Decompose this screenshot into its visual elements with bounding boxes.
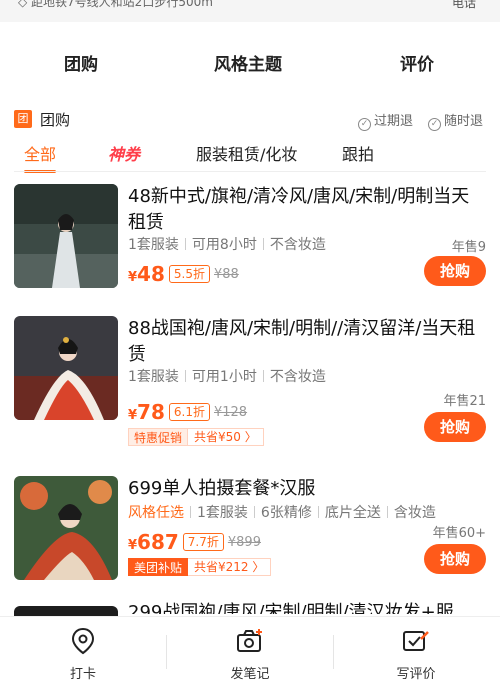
price-row: ¥48 5.5折 ¥88 bbox=[128, 262, 239, 286]
divider bbox=[14, 171, 486, 172]
original-price: ¥128 bbox=[213, 405, 248, 420]
camera-plus-icon bbox=[237, 629, 262, 652]
discount-badge: 6.1折 bbox=[168, 403, 210, 421]
edit-review-icon bbox=[403, 631, 429, 651]
tab-style-theme[interactable]: 风格主题 bbox=[214, 50, 282, 75]
original-price: ¥899 bbox=[227, 535, 261, 550]
check-icon: ✓ bbox=[358, 118, 371, 131]
checkin-button[interactable]: 打卡 bbox=[33, 627, 133, 682]
deal-thumbnail bbox=[14, 316, 118, 420]
promo-tag[interactable]: 美团补贴 共省¥212 〉 bbox=[128, 558, 272, 576]
deal-card[interactable]: 48新中式/旗袍/清冷风/唐风/宋制/明制当天租赁 1套服装 可用8小时 不含妆造 … bbox=[14, 184, 486, 294]
phone-button[interactable]: 电话 bbox=[452, 0, 476, 11]
sold-count: 年售21 bbox=[443, 394, 486, 409]
location-pin-icon bbox=[71, 627, 95, 655]
filter-all[interactable]: 全部 bbox=[24, 141, 57, 173]
post-note-label: 发笔记 bbox=[230, 667, 270, 682]
main-tabs: 团购 风格主题 评价 bbox=[0, 30, 500, 96]
deal-thumbnail bbox=[14, 184, 118, 288]
top-info-strip: ◇ 距地铁7号线人和站2口步行500m 电话 bbox=[0, 0, 500, 22]
filter-follow-shoot[interactable]: 跟拍 bbox=[342, 141, 374, 165]
deal-meta: 1套服装 可用8小时 不含妆造 bbox=[128, 237, 326, 253]
deal-title: 699单人拍摄套餐*汉服 bbox=[128, 478, 316, 499]
group-buy-badge: 团 bbox=[14, 110, 32, 128]
deal-thumbnail bbox=[14, 476, 118, 580]
discount-badge: 7.7折 bbox=[182, 533, 224, 551]
promo-tag[interactable]: 特惠促销 共省¥50 〉 bbox=[128, 428, 264, 446]
refund-expired: ✓ 过期退 bbox=[358, 110, 413, 131]
write-review-button[interactable]: 写评价 bbox=[366, 627, 466, 682]
sold-count: 年售60+ bbox=[432, 526, 486, 541]
deal-card[interactable]: 88战国袍/唐风/宋制/明制//清汉留洋/当天租赁 1套服装 可用1小时 不含妆造 … bbox=[14, 316, 486, 456]
divider bbox=[333, 635, 334, 669]
tab-reviews[interactable]: 评价 bbox=[400, 50, 434, 75]
discount-badge: 5.5折 bbox=[168, 265, 210, 283]
filter-costume-makeup[interactable]: 服装租赁/化妆 bbox=[196, 141, 297, 165]
buy-button[interactable]: 抢购 bbox=[424, 412, 486, 442]
post-note-button[interactable]: 发笔记 bbox=[200, 627, 300, 682]
filter-coupon[interactable]: 神券 bbox=[108, 141, 140, 165]
price-row: ¥687 7.7折 ¥899 bbox=[128, 530, 261, 554]
deal-price: ¥78 bbox=[128, 400, 165, 424]
buy-button[interactable]: 抢购 bbox=[424, 544, 486, 574]
address-text: ◇ 距地铁7号线人和站2口步行500m bbox=[18, 0, 213, 9]
check-icon: ✓ bbox=[428, 118, 441, 131]
next-deal-title: 299战国袍/唐风/宋制/明制/清汉妆发+服 bbox=[128, 602, 454, 614]
next-deal-thumbnail bbox=[14, 606, 118, 616]
refund-anytime: ✓ 随时退 bbox=[428, 110, 483, 131]
bottom-action-bar: 打卡 发笔记 写评价 bbox=[0, 616, 500, 700]
group-buy-section-header: 团 团购 ✓ 过期退 ✓ 随时退 bbox=[14, 108, 486, 131]
deal-meta: 风格任选 1套服装 6张精修 底片全送 含妆造 bbox=[128, 505, 436, 521]
deal-title: 88战国袍/唐风/宋制/明制//清汉留洋/当天租赁 bbox=[128, 318, 476, 365]
checkin-label: 打卡 bbox=[69, 667, 96, 682]
promo-label: 特惠促销 bbox=[128, 428, 189, 446]
deal-card[interactable]: 699单人拍摄套餐*汉服 风格任选 1套服装 6张精修 底片全送 含妆造 年售60+ ¥… bbox=[14, 476, 486, 586]
buy-button[interactable]: 抢购 bbox=[424, 256, 486, 286]
write-review-label: 写评价 bbox=[396, 667, 436, 682]
tab-group-buy[interactable]: 团购 bbox=[64, 50, 98, 77]
promo-label: 美团补贴 bbox=[128, 558, 189, 576]
divider bbox=[166, 635, 167, 669]
promo-savings: 共省¥212 〉 bbox=[188, 558, 272, 576]
promo-savings: 共省¥50 〉 bbox=[188, 428, 264, 446]
section-title: 团购 bbox=[40, 111, 71, 129]
deal-price: ¥687 bbox=[128, 530, 179, 554]
deal-meta: 1套服装 可用1小时 不含妆造 bbox=[128, 369, 326, 385]
filter-tabs: 全部 神券 服装租赁/化妆 跟拍 bbox=[0, 138, 500, 173]
deal-title: 48新中式/旗袍/清冷风/唐风/宋制/明制当天租赁 bbox=[128, 186, 470, 233]
price-row: ¥78 6.1折 ¥128 bbox=[128, 400, 247, 424]
sold-count: 年售9 bbox=[451, 240, 486, 255]
deal-price: ¥48 bbox=[128, 262, 165, 286]
original-price: ¥88 bbox=[213, 267, 239, 282]
